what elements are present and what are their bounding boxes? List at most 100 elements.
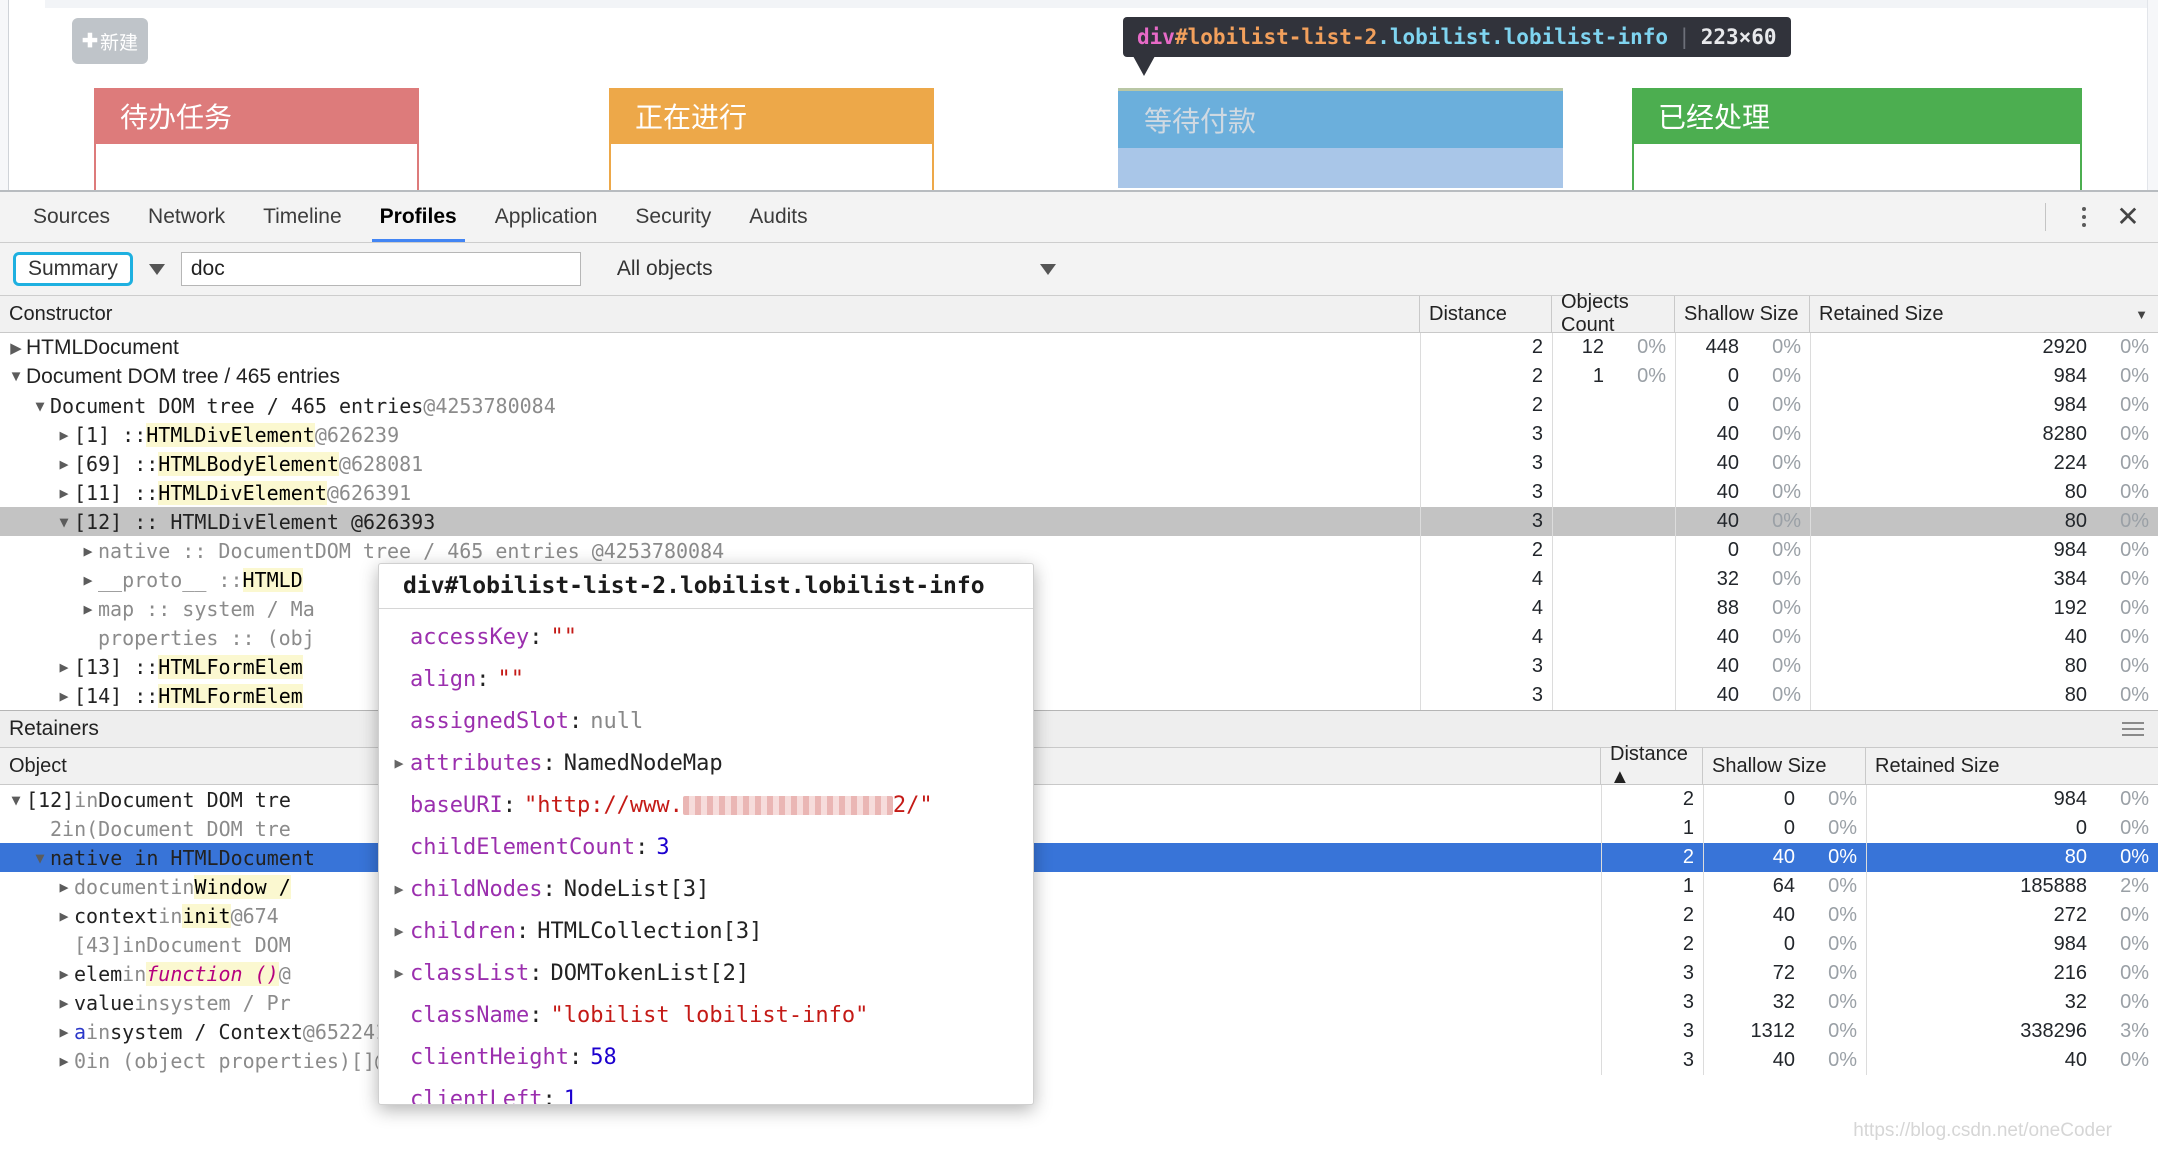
- table-row[interactable]: ▼native in HTMLDocument2400%800%: [0, 843, 2158, 872]
- popup-property-row[interactable]: clientLeft:1: [379, 1078, 1033, 1105]
- kanban-column-done[interactable]: 已经处理: [1632, 88, 2082, 190]
- chevron-right-icon[interactable]: ▶: [54, 687, 74, 705]
- constructor-cell[interactable]: ▶HTMLDocument: [0, 333, 1420, 362]
- kanban-column-waiting-payment[interactable]: 等待付款: [1118, 88, 1563, 188]
- class-filter-input[interactable]: doc: [181, 252, 581, 286]
- constructor-cell[interactable]: ▶native :: Document DOM tree / 465 entri…: [0, 536, 1420, 565]
- chevron-down-icon[interactable]: ▼: [30, 849, 50, 867]
- table-row[interactable]: ▶[1] :: HTMLDivElement @6262393400%82800…: [0, 420, 2158, 449]
- table-row[interactable]: [43] in Document DOM200%9840%: [0, 930, 2158, 959]
- column-header-distance[interactable]: Distance: [1420, 296, 1552, 332]
- table-row[interactable]: ▼Document DOM tree / 465 entries @425378…: [0, 391, 2158, 420]
- chevron-right-icon[interactable]: ▶: [54, 1052, 74, 1070]
- popup-property-row[interactable]: clientHeight:58: [379, 1036, 1033, 1078]
- kanban-column-todo-body[interactable]: [94, 144, 419, 190]
- chevron-right-icon[interactable]: ▶: [54, 965, 74, 983]
- column-header-retained-size[interactable]: Retained Size: [1866, 748, 2158, 784]
- chevron-right-icon[interactable]: ▶: [78, 600, 98, 618]
- chevron-right-icon[interactable]: ▶: [54, 1023, 74, 1041]
- constructor-cell[interactable]: ▶[1] :: HTMLDivElement @626239: [0, 420, 1420, 449]
- tab-security[interactable]: Security: [616, 192, 730, 242]
- kanban-column-doing[interactable]: 正在进行: [609, 88, 934, 190]
- popup-property-row[interactable]: ▶classList:DOMTokenList[2]: [379, 952, 1033, 994]
- popup-property-row[interactable]: ▶childNodes:NodeList[3]: [379, 868, 1033, 910]
- close-icon[interactable]: ✕: [2108, 197, 2148, 237]
- popup-property-row[interactable]: accessKey:"": [379, 616, 1033, 658]
- table-row[interactable]: ▶HTMLDocument2120%4480%29200%: [0, 333, 2158, 362]
- chevron-right-icon[interactable]: ▶: [388, 754, 410, 772]
- chevron-right-icon[interactable]: ▶: [54, 455, 74, 473]
- kanban-column-done-body[interactable]: [1632, 144, 2082, 190]
- chevron-right-icon[interactable]: ▶: [54, 878, 74, 896]
- table-row[interactable]: ▶a in system / Context @652241313120%338…: [0, 1017, 2158, 1046]
- hamburger-icon[interactable]: [2122, 722, 2144, 736]
- sort-indicator-icon[interactable]: ▼: [2135, 307, 2148, 322]
- constructor-cell[interactable]: ▶[69] :: HTMLBodyElement @628081: [0, 449, 1420, 478]
- table-row[interactable]: ▶[11] :: HTMLDivElement @6263913400%800%: [0, 478, 2158, 507]
- chevron-down-icon[interactable]: ▼: [30, 397, 50, 415]
- kanban-column-waiting-payment-body[interactable]: [1118, 148, 1563, 188]
- chevron-right-icon[interactable]: ▶: [54, 907, 74, 925]
- chevron-down-icon[interactable]: ▼: [54, 513, 74, 531]
- chevron-right-icon[interactable]: ▶: [54, 426, 74, 444]
- table-row[interactable]: ▶0 in (object properties)[] @6636893400%…: [0, 1046, 2158, 1075]
- objects-scope-chevron-down-icon[interactable]: [1040, 264, 1056, 275]
- constructor-cell[interactable]: ▶[11] :: HTMLDivElement @626391: [0, 478, 1420, 507]
- chevron-down-icon[interactable]: ▼: [6, 791, 26, 809]
- table-row[interactable]: ▶native :: Document DOM tree / 465 entri…: [0, 536, 2158, 565]
- table-row[interactable]: ▶map :: system / Ma4880%1920%: [0, 594, 2158, 623]
- table-row[interactable]: ▶[69] :: HTMLBodyElement @6280813400%224…: [0, 449, 2158, 478]
- tab-sources[interactable]: Sources: [14, 192, 129, 242]
- table-row[interactable]: properties :: (obj4400%400%: [0, 623, 2158, 652]
- table-row[interactable]: ▶elem in function () @3720%2160%: [0, 959, 2158, 988]
- column-header-constructor[interactable]: Constructor: [0, 296, 1420, 332]
- chevron-right-icon[interactable]: ▶: [388, 964, 410, 982]
- column-header-distance[interactable]: Distance ▲: [1601, 748, 1703, 784]
- table-row[interactable]: ▶document in Window /1640%1858882%: [0, 872, 2158, 901]
- new-task-button[interactable]: ✚ 新建: [72, 18, 148, 64]
- table-row[interactable]: ▶__proto__ :: HTMLD4320%3840%: [0, 565, 2158, 594]
- tab-profiles[interactable]: Profiles: [361, 192, 476, 242]
- constructor-cell[interactable]: ▼[12] :: HTMLDivElement @626393: [0, 507, 1420, 536]
- view-mode-select[interactable]: Summary: [13, 252, 133, 286]
- popup-property-row[interactable]: ▶attributes:NamedNodeMap: [379, 742, 1033, 784]
- constructor-cell[interactable]: ▼Document DOM tree / 465 entries: [0, 362, 1420, 391]
- table-row[interactable]: ▶value in system / Pr3320%320%: [0, 988, 2158, 1017]
- tab-network[interactable]: Network: [129, 192, 244, 242]
- table-row[interactable]: ▶[13] :: HTMLFormElem3400%800%: [0, 652, 2158, 681]
- tab-application[interactable]: Application: [476, 192, 617, 242]
- chevron-right-icon[interactable]: ▶: [54, 658, 74, 676]
- column-header-objects-count[interactable]: Objects Count: [1552, 296, 1675, 332]
- popup-property-row[interactable]: align:"": [379, 658, 1033, 700]
- popup-property-row[interactable]: ▶children:HTMLCollection[3]: [379, 910, 1033, 952]
- tab-timeline[interactable]: Timeline: [244, 192, 361, 242]
- tab-audits[interactable]: Audits: [730, 192, 826, 242]
- chevron-right-icon[interactable]: ▶: [54, 994, 74, 1012]
- constructor-cell[interactable]: ▼Document DOM tree / 465 entries @425378…: [0, 391, 1420, 420]
- column-header-shallow-size[interactable]: Shallow Size: [1675, 296, 1810, 332]
- popup-property-row[interactable]: baseURI:"http://www.2/": [379, 784, 1033, 826]
- table-row[interactable]: ▶[14] :: HTMLFormElem3400%800%: [0, 681, 2158, 710]
- objects-scope-select[interactable]: All objects: [617, 257, 713, 281]
- chevron-right-icon[interactable]: ▶: [388, 922, 410, 940]
- popup-property-row[interactable]: assignedSlot:null: [379, 700, 1033, 742]
- chevron-right-icon[interactable]: ▶: [54, 484, 74, 502]
- chevron-right-icon[interactable]: ▶: [78, 542, 98, 560]
- chevron-down-icon[interactable]: [149, 264, 165, 275]
- table-row[interactable]: ▼[12] :: HTMLDivElement @6263933400%800%: [0, 507, 2158, 536]
- chevron-right-icon[interactable]: ▶: [6, 339, 26, 357]
- table-row[interactable]: ▶context in init @6742400%2720%: [0, 901, 2158, 930]
- column-header-shallow-size[interactable]: Shallow Size: [1703, 748, 1866, 784]
- kanban-column-todo[interactable]: 待办任务: [94, 88, 419, 190]
- chevron-down-icon[interactable]: ▼: [6, 368, 26, 385]
- chevron-right-icon[interactable]: ▶: [388, 880, 410, 898]
- popup-property-row[interactable]: className:"lobilist lobilist-info": [379, 994, 1033, 1036]
- table-row[interactable]: ▼Document DOM tree / 465 entries210%00%9…: [0, 362, 2158, 391]
- kebab-menu-icon[interactable]: [2064, 197, 2104, 237]
- table-row[interactable]: ▼[12] in Document DOM tre200%9840%: [0, 785, 2158, 814]
- chevron-right-icon[interactable]: ▶: [78, 571, 98, 589]
- popup-property-row[interactable]: childElementCount:3: [379, 826, 1033, 868]
- table-row[interactable]: 2 in (Document DOM tre100%00%: [0, 814, 2158, 843]
- column-header-retained-size[interactable]: Retained Size▼: [1810, 296, 2158, 332]
- kanban-column-doing-body[interactable]: [609, 144, 934, 190]
